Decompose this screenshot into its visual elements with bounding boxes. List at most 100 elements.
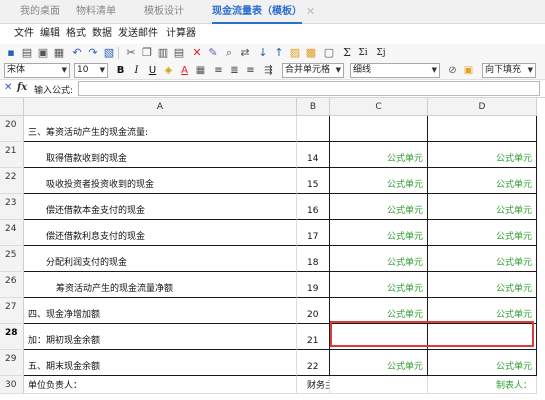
row-header[interactable]: 29 [0,350,24,376]
align-left-icon[interactable]: ≡ [212,64,225,78]
column-header-a[interactable]: A [24,98,297,116]
merge-cells-select[interactable]: 合并单元格 ▼ [282,63,344,78]
format-painter-icon[interactable]: ✎ [206,46,220,60]
column-header-d[interactable]: D [428,98,537,116]
row-header[interactable]: 22 [0,168,24,194]
cell-d[interactable]: 公式单元 [428,298,537,324]
cell-a[interactable]: 分配利润支付的现金 [24,246,297,272]
font-size-select[interactable]: 10 ▼ [74,63,108,78]
cell-d[interactable]: 公式单元 [428,272,537,298]
italic-button[interactable]: I [130,64,143,78]
cut-icon[interactable]: ✂ [124,46,138,60]
print-icon[interactable]: ▦ [52,46,66,60]
copy-icon[interactable]: ❐ [140,46,154,60]
menu-format[interactable]: 格式 [66,24,86,44]
cell-c[interactable]: 公式单元 [330,298,428,324]
cell-b[interactable]: 14 [297,142,330,168]
menu-calculator[interactable]: 计算器 [166,24,196,44]
cell-c[interactable]: 公式单元 [330,168,428,194]
redo-icon[interactable]: ↷ [86,46,100,60]
border-style-select[interactable]: 细线 ▼ [350,63,440,78]
clear-icon[interactable]: ⊘ [446,64,459,78]
cell-d[interactable]: 公式单元 [428,194,537,220]
replace-icon[interactable]: ⇄ [238,46,252,60]
cell-b[interactable]: 18 [297,246,330,272]
cell-a[interactable]: 四、现金净增加额 [24,298,297,324]
cell-b[interactable]: 22 [297,350,330,376]
sum-j-icon[interactable]: Σj [374,46,388,60]
align-right-icon[interactable]: ≡ [244,64,257,78]
cell-d[interactable]: 制表人： [428,376,537,394]
tab-my-desktop[interactable]: 我的桌面 [20,0,60,24]
paste-special-icon[interactable]: ▤ [172,46,186,60]
sheet-icon[interactable]: ▢ [322,46,336,60]
undo-icon[interactable]: ↶ [70,46,84,60]
cell-b[interactable]: 21 [297,324,330,350]
cell-d[interactable]: 公式单元 [428,142,537,168]
sort-descending-icon[interactable]: ↑ [272,46,286,60]
underline-button[interactable]: U [146,64,159,78]
cell-b[interactable]: 17 [297,220,330,246]
cell-d[interactable] [428,116,537,142]
cell-c[interactable]: 公式单元 [330,142,428,168]
select-all-corner[interactable] [0,98,24,116]
row-header[interactable]: 24 [0,220,24,246]
cell-c[interactable] [330,116,428,142]
menu-data[interactable]: 数据 [92,24,112,44]
cell-a[interactable]: 吸收投资者投资收到的现金 [24,168,297,194]
cell-a[interactable]: 五、期末现金余额 [24,350,297,376]
cell-b[interactable]: 15 [297,168,330,194]
sum-i-icon[interactable]: Σi [356,46,370,60]
fill-color-icon[interactable]: ◈ [162,64,175,78]
cell-d[interactable] [428,324,537,350]
row-header[interactable]: 20 [0,116,24,142]
menu-send-mail[interactable]: 发送邮件 [118,24,158,44]
save-icon[interactable]: ▪ [4,46,18,60]
cell-b[interactable]: 财务主管： [297,376,330,394]
cell-c[interactable]: 公式单元 [330,220,428,246]
row-header[interactable]: 23 [0,194,24,220]
menu-edit[interactable]: 编辑 [40,24,60,44]
close-icon[interactable]: ✕ [306,0,315,24]
insert-object-icon[interactable]: ▩ [304,46,318,60]
insert-chart-icon[interactable]: ▨ [288,46,302,60]
delete-icon[interactable]: ✕ [190,46,204,60]
cell-b[interactable]: 20 [297,298,330,324]
border-icon[interactable]: ▦ [194,64,207,78]
cell-c[interactable]: 公式单元 [330,246,428,272]
row-header[interactable]: 28 [0,324,24,350]
row-header[interactable]: 27 [0,298,24,324]
fill-direction-select[interactable]: 向下填充 ▼ [482,63,536,78]
tab-template-design[interactable]: 模板设计 [144,0,184,24]
cell-a[interactable]: 加：期初现金余额 [24,324,297,350]
cell-a[interactable]: 单位负责人： [24,376,297,394]
cell-c[interactable]: 公式单元 [330,272,428,298]
formula-input[interactable] [78,81,540,96]
row-header[interactable]: 30 [0,376,24,394]
cell-a[interactable]: 取得借款收到的现金 [24,142,297,168]
cell-c[interactable]: 公式单元 [330,194,428,220]
cell-c[interactable] [330,324,428,350]
row-header[interactable]: 26 [0,272,24,298]
find-icon[interactable]: ⌕ [222,46,236,60]
row-header[interactable]: 21 [0,142,24,168]
column-header-c[interactable]: C [330,98,428,116]
cell-c[interactable] [330,376,428,394]
menu-file[interactable]: 文件 [14,24,34,44]
function-icon[interactable]: fx [17,82,27,93]
row-header[interactable]: 25 [0,246,24,272]
bold-button[interactable]: B [114,64,127,78]
font-color-icon[interactable]: A [178,64,191,78]
sort-ascending-icon[interactable]: ↓ [256,46,270,60]
open-icon[interactable]: ▤ [20,46,34,60]
cell-b[interactable] [297,116,330,142]
font-name-select[interactable]: 宋体 ▼ [4,63,70,78]
fill-down-icon[interactable]: ▣ [462,64,475,78]
cell-c[interactable]: 公式单元 [330,350,428,376]
cell-a[interactable]: 三、筹资活动产生的现金流量: [24,116,297,142]
tab-cash-flow-template[interactable]: 现金流量表（模板） [212,0,302,24]
sum-icon[interactable]: Σ [340,46,354,60]
image-icon[interactable]: ▧ [102,46,116,60]
align-center-icon[interactable]: ≣ [228,64,241,78]
paste-icon[interactable]: ▥ [156,46,170,60]
